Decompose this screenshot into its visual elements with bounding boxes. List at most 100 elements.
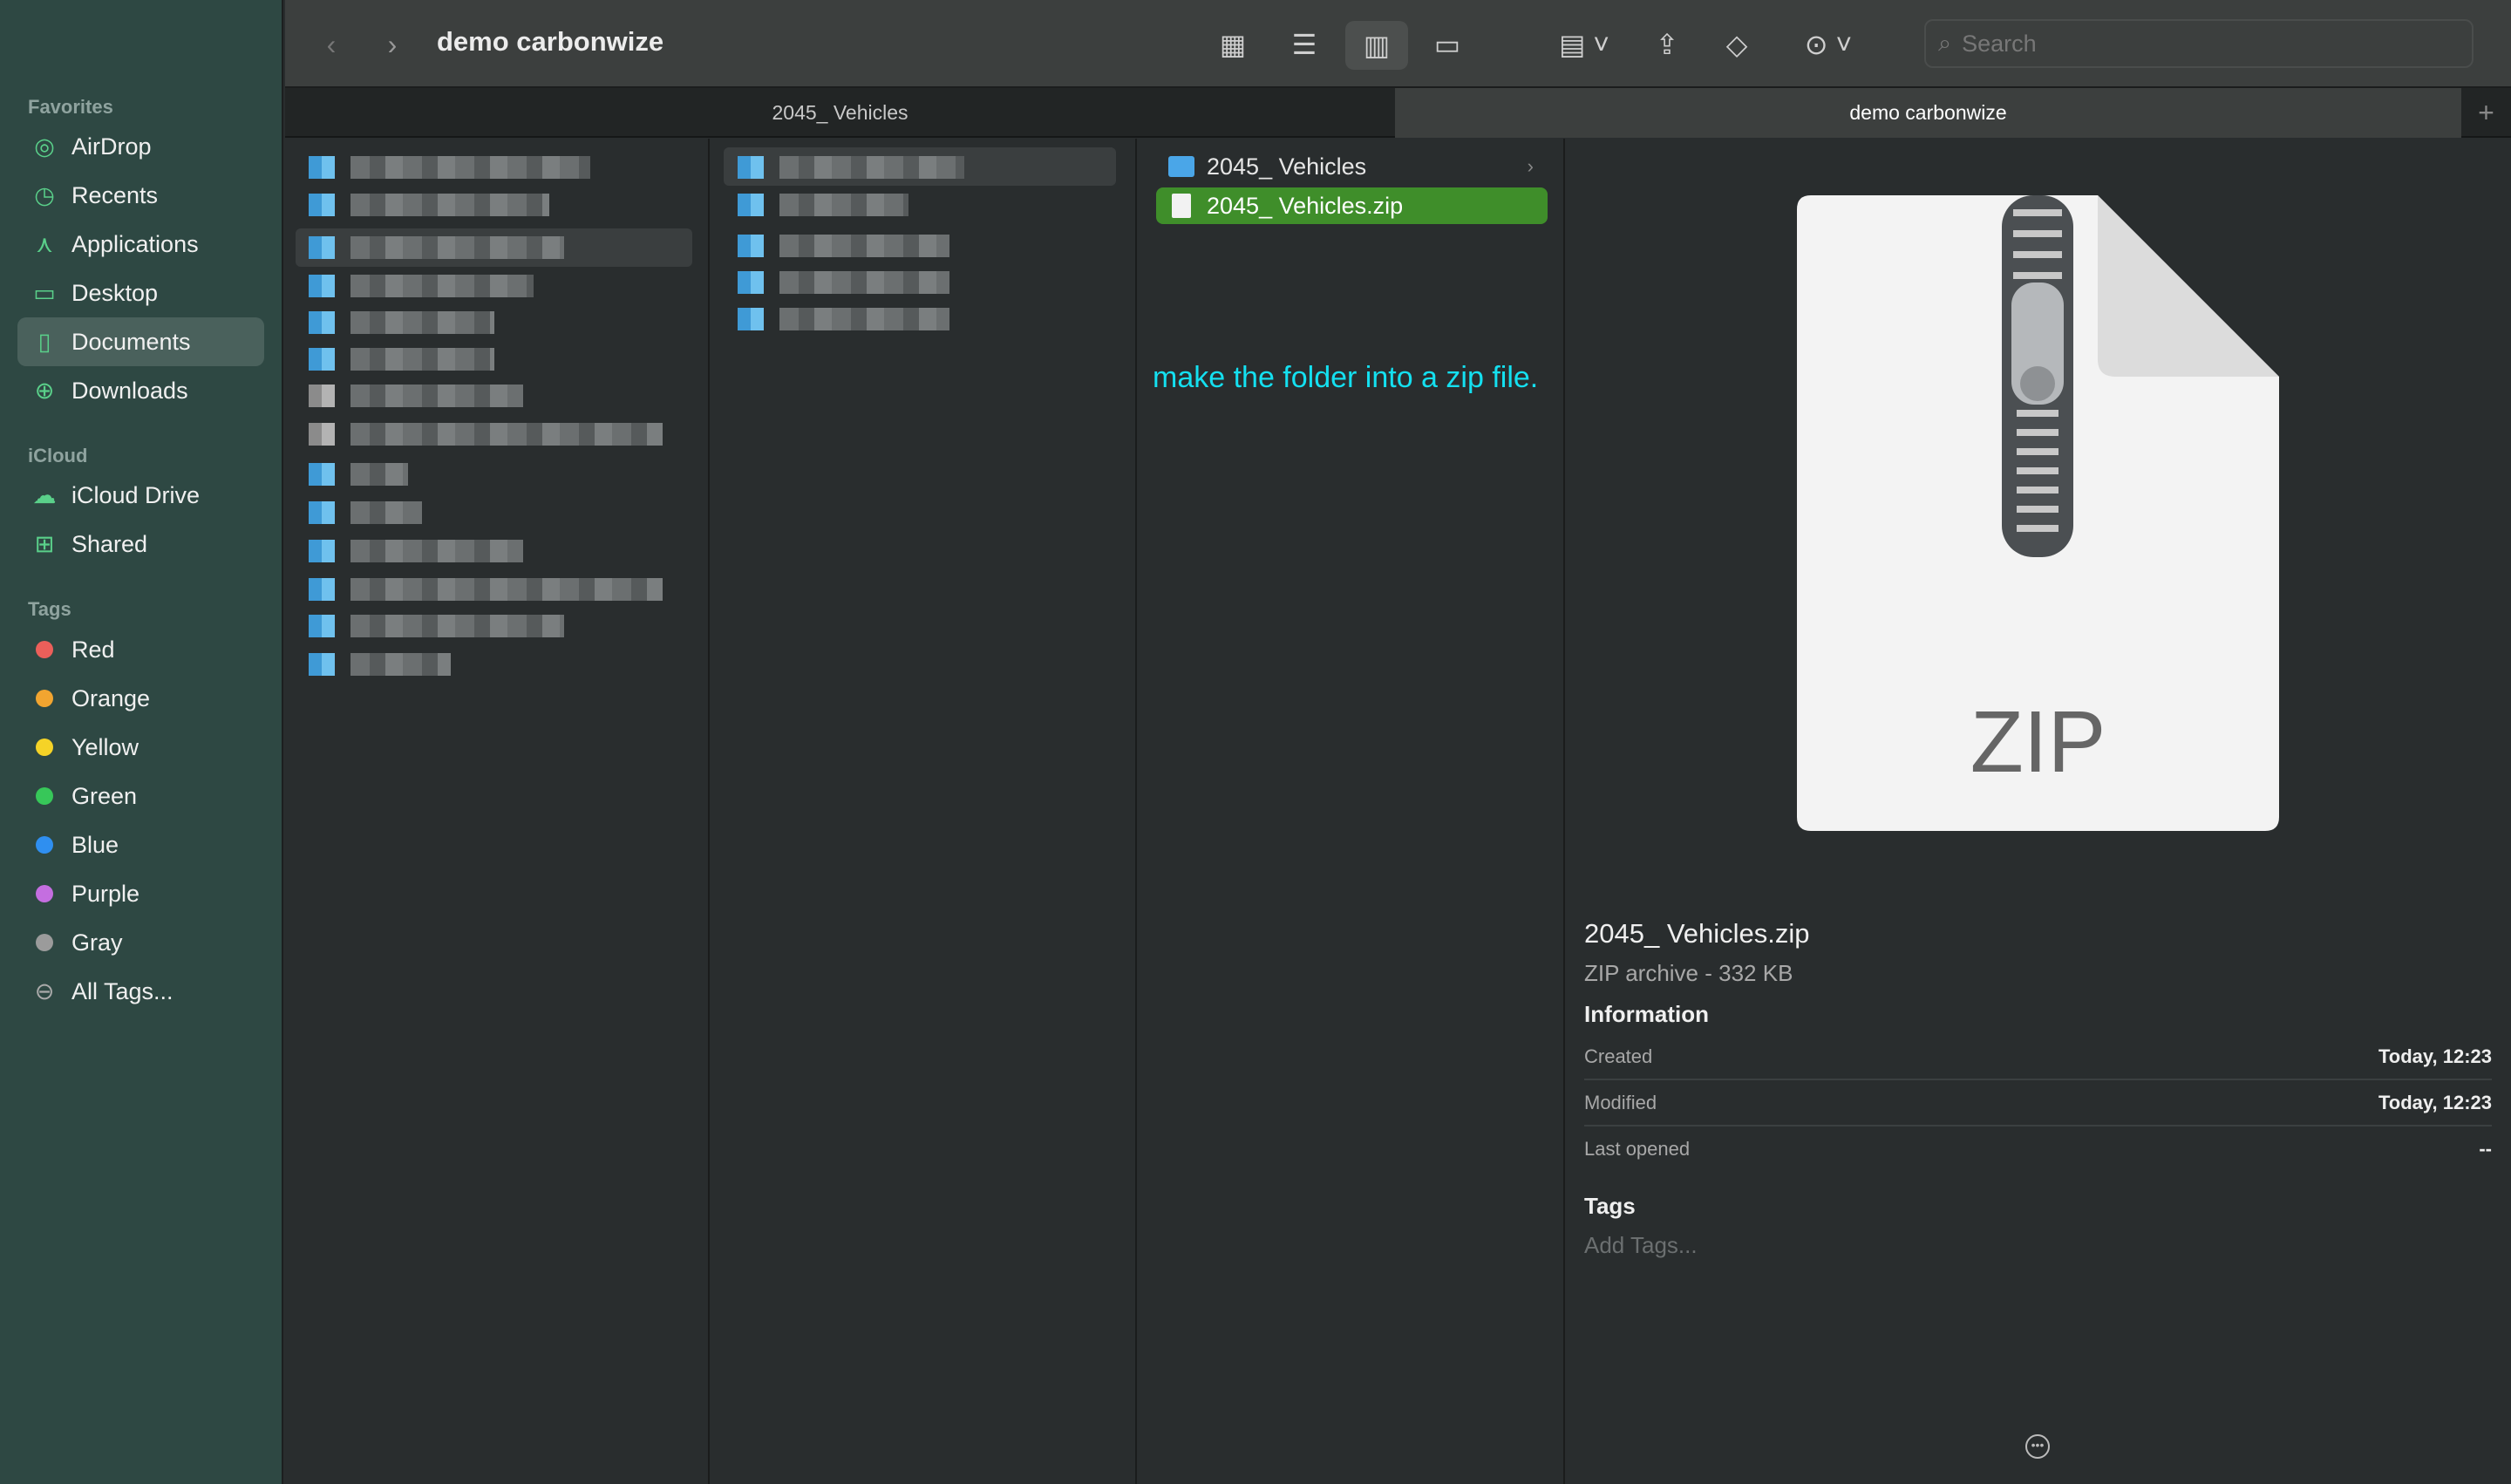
folder-icon: [309, 501, 335, 524]
folder-icon: [309, 194, 335, 216]
clock-icon: ◷: [34, 181, 55, 208]
sidebar-item-desktop[interactable]: ▭ Desktop: [17, 269, 264, 317]
blurred-item[interactable]: [350, 385, 523, 407]
group-icon: ▤ ˅: [1559, 29, 1609, 60]
folder-icon: [738, 308, 764, 330]
sidebar-all-tags[interactable]: ⊖ All Tags...: [17, 967, 264, 1016]
folder-icon: [309, 348, 335, 371]
blurred-item[interactable]: [350, 156, 590, 179]
folder-icon: [309, 311, 335, 334]
folder-icon: [738, 156, 764, 179]
blurred-item[interactable]: [350, 348, 494, 371]
more-actions-button[interactable]: ⊙ ˅: [1793, 26, 1863, 63]
sidebar-item-recents[interactable]: ◷ Recents: [17, 171, 264, 220]
list-view-button[interactable]: ☰: [1284, 26, 1324, 63]
sidebar-item-label: Orange: [71, 684, 151, 711]
item-label: 2045_ Vehicles.zip: [1207, 192, 1404, 219]
new-tab-button[interactable]: +: [2461, 88, 2511, 138]
tags-section-header: Tags: [1584, 1193, 1636, 1219]
blurred-item[interactable]: [779, 194, 908, 216]
share-button[interactable]: ⇪: [1647, 26, 1687, 63]
airdrop-icon: ◎: [34, 133, 55, 160]
sidebar-item-applications[interactable]: ⋏ Applications: [17, 220, 264, 269]
blurred-item[interactable]: [350, 653, 451, 676]
gallery-view-button[interactable]: ▭: [1427, 26, 1467, 63]
sidebar-item-label: iCloud Drive: [71, 481, 201, 508]
blurred-item[interactable]: [779, 156, 964, 179]
sidebar-item-icloud-drive[interactable]: ☁ iCloud Drive: [17, 471, 264, 520]
zip-file-preview-icon: ZIP: [1797, 195, 2279, 831]
yellow-tag-icon: [36, 739, 53, 756]
sidebar-item-downloads[interactable]: ⊕ Downloads: [17, 366, 264, 415]
sidebar-tag-purple[interactable]: Purple: [17, 869, 264, 918]
icon-view-button[interactable]: ▦: [1213, 26, 1253, 63]
sidebar-tag-green[interactable]: Green: [17, 772, 264, 820]
blurred-item[interactable]: [350, 423, 663, 446]
blurred-item[interactable]: [350, 501, 422, 524]
blurred-item[interactable]: [779, 308, 949, 330]
more-ellipsis-icon[interactable]: •••: [2025, 1434, 2050, 1459]
sidebar-tag-orange[interactable]: Orange: [17, 674, 264, 723]
sidebar-tag-gray[interactable]: Gray: [17, 918, 264, 967]
folder-icon: [309, 540, 335, 562]
blurred-item[interactable]: [350, 578, 663, 601]
file-icon: [309, 385, 335, 407]
tab-demo-carbonwize[interactable]: demo carbonwize: [1395, 88, 2461, 138]
blurred-item[interactable]: [350, 540, 523, 562]
sidebar-tag-yellow[interactable]: Yellow: [17, 723, 264, 772]
folder-icon: [309, 653, 335, 676]
blurred-item[interactable]: [350, 194, 549, 216]
search-icon: ⌕: [1938, 30, 1952, 56]
folder-icon: [309, 615, 335, 637]
sidebar-item-shared[interactable]: ⊞ Shared: [17, 520, 264, 568]
sidebar-item-label: Downloads: [71, 377, 188, 404]
purple-tag-icon: [36, 885, 53, 902]
blurred-item[interactable]: [350, 236, 564, 259]
group-button[interactable]: ▤ ˅: [1549, 26, 1619, 63]
red-tag-icon: [36, 641, 53, 658]
grid-icon: ▦: [1219, 29, 1247, 60]
orange-tag-icon: [36, 690, 53, 707]
search-input[interactable]: ⌕ Search: [1924, 19, 2474, 68]
columns-icon: ▥: [1363, 30, 1391, 61]
sidebar-item-label: Red: [71, 636, 115, 663]
tag-button[interactable]: ◇: [1717, 26, 1757, 63]
sidebar-item-airdrop[interactable]: ◎ AirDrop: [17, 122, 264, 171]
tab-2045-vehicles[interactable]: 2045_ Vehicles: [285, 88, 1395, 138]
folder-icon: [738, 235, 764, 257]
blurred-item[interactable]: [350, 615, 564, 637]
blurred-item[interactable]: [350, 275, 534, 297]
sidebar-item-label: Applications: [71, 230, 199, 257]
folder-icon: [309, 463, 335, 486]
shared-folder-icon: ⊞: [34, 530, 55, 557]
folder-row-2045-vehicles[interactable]: 2045_ Vehicles ›: [1156, 148, 1548, 185]
sidebar-tag-blue[interactable]: Blue: [17, 820, 264, 869]
annotation-text: make the folder into a zip file.: [1153, 361, 1539, 394]
sidebar-item-label: Gray: [71, 929, 123, 956]
sidebar-item-label: All Tags...: [71, 977, 174, 1004]
file-row-2045-vehicles-zip[interactable]: 2045_ Vehicles.zip: [1156, 187, 1548, 224]
sidebar-item-label: Blue: [71, 831, 119, 858]
folder-icon: [309, 236, 335, 259]
search-placeholder: Search: [1962, 30, 2037, 57]
info-label: Modified: [1584, 1092, 1657, 1113]
blurred-item[interactable]: [350, 463, 408, 486]
chevron-right-icon: ›: [1527, 155, 1534, 177]
desktop-icon: ▭: [33, 279, 56, 306]
forward-button[interactable]: ›: [372, 26, 412, 63]
blurred-item[interactable]: [779, 235, 949, 257]
info-value: --: [2479, 1138, 2492, 1160]
info-value: Today, 12:23: [2378, 1092, 2492, 1113]
blurred-item[interactable]: [779, 271, 949, 294]
blurred-item[interactable]: [350, 311, 494, 334]
column-2: [710, 139, 1137, 1484]
zip-icon-label: ZIP: [1970, 693, 2106, 791]
column-view-button[interactable]: ▥: [1345, 21, 1408, 70]
favorites-header: Favorites: [28, 96, 113, 118]
back-button[interactable]: ‹: [311, 26, 351, 63]
add-tags-input[interactable]: Add Tags...: [1584, 1232, 1698, 1259]
file-icon: [309, 423, 335, 446]
sidebar-item-documents[interactable]: ▯ Documents: [17, 317, 264, 366]
folder-icon: [309, 156, 335, 179]
sidebar-tag-red[interactable]: Red: [17, 625, 264, 674]
